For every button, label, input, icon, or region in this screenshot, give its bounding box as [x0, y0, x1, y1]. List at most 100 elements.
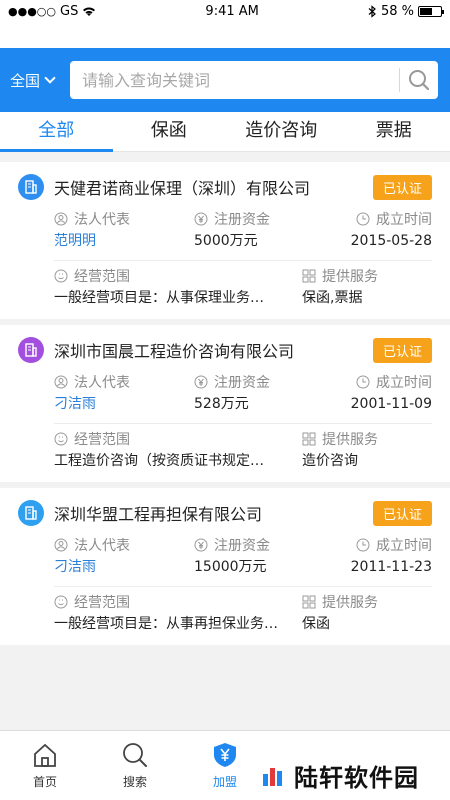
company-name[interactable]: 深圳华盟工程再担保有限公司	[54, 501, 373, 525]
scope-label-text: 经营范围	[74, 432, 130, 448]
watermark-text: 陆轩软件园	[294, 763, 419, 792]
services-label: 提供服务	[302, 428, 432, 450]
clock-icon	[356, 212, 370, 226]
status-time: 9:41 AM	[205, 3, 259, 19]
info-row: 法人代表 范明明 注册资金 5000万元 成立时间 2015-05-28	[54, 208, 432, 252]
founded-label: 成立时间	[334, 208, 432, 230]
scope-label-text: 经营范围	[74, 595, 130, 611]
verified-badge: 已认证	[372, 337, 432, 363]
capital-label-text: 注册资金	[214, 375, 270, 391]
scope-row: 经营范围 工程造价咨询（按资质证书规定… 提供服务 造价咨询	[54, 428, 432, 472]
grid-icon	[302, 432, 316, 446]
watermark-logo-icon	[263, 768, 282, 786]
scope-label: 经营范围	[54, 591, 302, 613]
tab-cost-consulting[interactable]: 造价咨询	[225, 112, 338, 151]
card-header: 天健君诺商业保理（深圳）有限公司 已认证	[18, 170, 432, 204]
search-input[interactable]	[82, 70, 391, 90]
status-left: ●●●○○ GS	[8, 4, 96, 19]
company-name[interactable]: 天健君诺商业保理（深圳）有限公司	[54, 175, 373, 199]
battery-icon	[417, 5, 444, 17]
capital-value: 5000万元	[194, 233, 258, 249]
grid-icon	[302, 595, 316, 609]
legal-rep-label: 法人代表	[54, 371, 194, 393]
tabbar-search-label: 搜索	[122, 775, 147, 789]
founded-label-text: 成立时间	[376, 375, 432, 391]
search-box	[70, 61, 438, 99]
search-divider	[399, 68, 400, 92]
legal-rep-label-text: 法人代表	[74, 212, 130, 228]
category-tabs: 全部 保函 造价咨询 票据	[0, 112, 450, 152]
founded-value: 2015-05-28	[350, 233, 432, 249]
chevron-down-icon	[44, 72, 56, 84]
scope-row: 经营范围 一般经营项目是：从事再担保业务… 提供服务 保函	[54, 591, 432, 635]
capital-col: 注册资金 528万元	[194, 371, 334, 415]
capital-label-text: 注册资金	[214, 212, 270, 228]
building-icon	[18, 174, 44, 200]
services-label: 提供服务	[302, 265, 432, 287]
founded-col: 成立时间 2011-11-23	[334, 534, 432, 578]
search-icon[interactable]	[408, 69, 430, 91]
founded-value: 2011-11-23	[350, 559, 432, 575]
services-label-text: 提供服务	[322, 432, 378, 448]
status-bar: ●●●○○ GS 9:41 AM 58 %	[0, 0, 450, 22]
scope-col: 经营范围 一般经营项目是：从事保理业务…	[54, 265, 302, 309]
tabbar-home-label: 首页	[32, 775, 57, 789]
capital-label: 注册资金	[194, 534, 334, 556]
legal-rep-value[interactable]: 刁洁雨	[54, 556, 194, 578]
company-card[interactable]: 深圳华盟工程再担保有限公司 已认证 法人代表 刁洁雨 注册资金 15000万元 …	[0, 488, 450, 645]
scope-col: 经营范围 一般经营项目是：从事再担保业务…	[54, 591, 302, 635]
smile-icon	[54, 595, 68, 609]
founded-label: 成立时间	[334, 534, 432, 556]
yen-icon	[194, 375, 208, 389]
scope-value: 一般经营项目是：从事再担保业务…	[54, 616, 278, 632]
battery-fill	[419, 7, 432, 15]
tab-bills[interactable]: 票据	[338, 112, 450, 151]
battery-percent: 58 %	[380, 3, 414, 19]
clock-icon	[356, 538, 370, 552]
shield-yen-icon	[214, 743, 236, 767]
company-name[interactable]: 深圳市国晨工程造价咨询有限公司	[54, 338, 373, 362]
region-selector[interactable]: 全国	[10, 70, 62, 91]
founded-label-text: 成立时间	[376, 538, 432, 554]
smile-icon	[54, 432, 68, 446]
capital-value: 15000万元	[194, 559, 267, 575]
person-icon	[54, 538, 68, 552]
company-card[interactable]: 深圳市国晨工程造价咨询有限公司 已认证 法人代表 刁洁雨 注册资金 528万元 …	[0, 325, 450, 482]
header-spacer	[0, 22, 450, 48]
bluetooth-icon	[368, 4, 376, 18]
building-icon	[18, 337, 44, 363]
tabbar-search[interactable]: 搜索	[90, 731, 180, 800]
capital-value: 528万元	[194, 396, 249, 412]
tab-guarantee[interactable]: 保函	[113, 112, 226, 151]
legal-rep-value[interactable]: 刁洁雨	[54, 393, 194, 415]
capital-label: 注册资金	[194, 208, 334, 230]
person-icon	[54, 375, 68, 389]
scope-col: 经营范围 工程造价咨询（按资质证书规定…	[54, 428, 302, 472]
search-icon	[123, 743, 147, 767]
legal-rep-col: 法人代表 刁洁雨	[54, 534, 194, 578]
capital-col: 注册资金 5000万元	[194, 208, 334, 252]
capital-label-text: 注册资金	[214, 538, 270, 554]
services-value: 保函,票据	[302, 290, 363, 306]
company-card[interactable]: 天健君诺商业保理（深圳）有限公司 已认证 法人代表 范明明 注册资金 5000万…	[0, 162, 450, 319]
card-divider	[54, 423, 432, 424]
legal-rep-col: 法人代表 刁洁雨	[54, 371, 194, 415]
tab-all[interactable]: 全部	[0, 112, 113, 152]
tabbar-home[interactable]: 首页	[0, 731, 90, 800]
services-label: 提供服务	[302, 591, 432, 613]
scope-label-text: 经营范围	[74, 269, 130, 285]
services-label-text: 提供服务	[322, 269, 378, 285]
tabbar-join-label: 加盟	[212, 775, 237, 789]
services-col: 提供服务 保函	[302, 591, 432, 635]
yen-icon	[194, 212, 208, 226]
signal-icon: ●●●○○	[8, 4, 56, 18]
founded-col: 成立时间 2015-05-28	[334, 208, 432, 252]
legal-rep-value[interactable]: 范明明	[54, 230, 194, 252]
founded-col: 成立时间 2001-11-09	[334, 371, 432, 415]
services-label-text: 提供服务	[322, 595, 378, 611]
info-row: 法人代表 刁洁雨 注册资金 15000万元 成立时间 2011-11-23	[54, 534, 432, 578]
region-label: 全国	[10, 71, 41, 90]
services-col: 提供服务 保函,票据	[302, 265, 432, 309]
card-divider	[54, 260, 432, 261]
legal-rep-col: 法人代表 范明明	[54, 208, 194, 252]
